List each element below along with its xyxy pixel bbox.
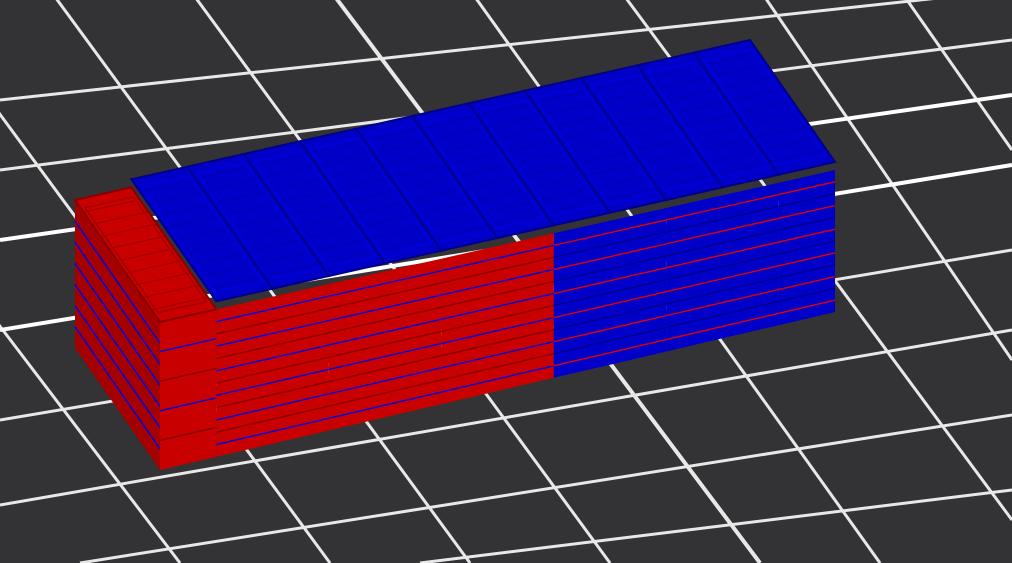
segment-side-face — [160, 309, 217, 470]
grid-line — [905, 0, 1012, 151]
grid-line — [419, 488, 1012, 563]
3d-viewport[interactable] — [0, 0, 1012, 563]
scene-canvas[interactable] — [0, 0, 1012, 563]
grid-line — [0, 0, 934, 102]
